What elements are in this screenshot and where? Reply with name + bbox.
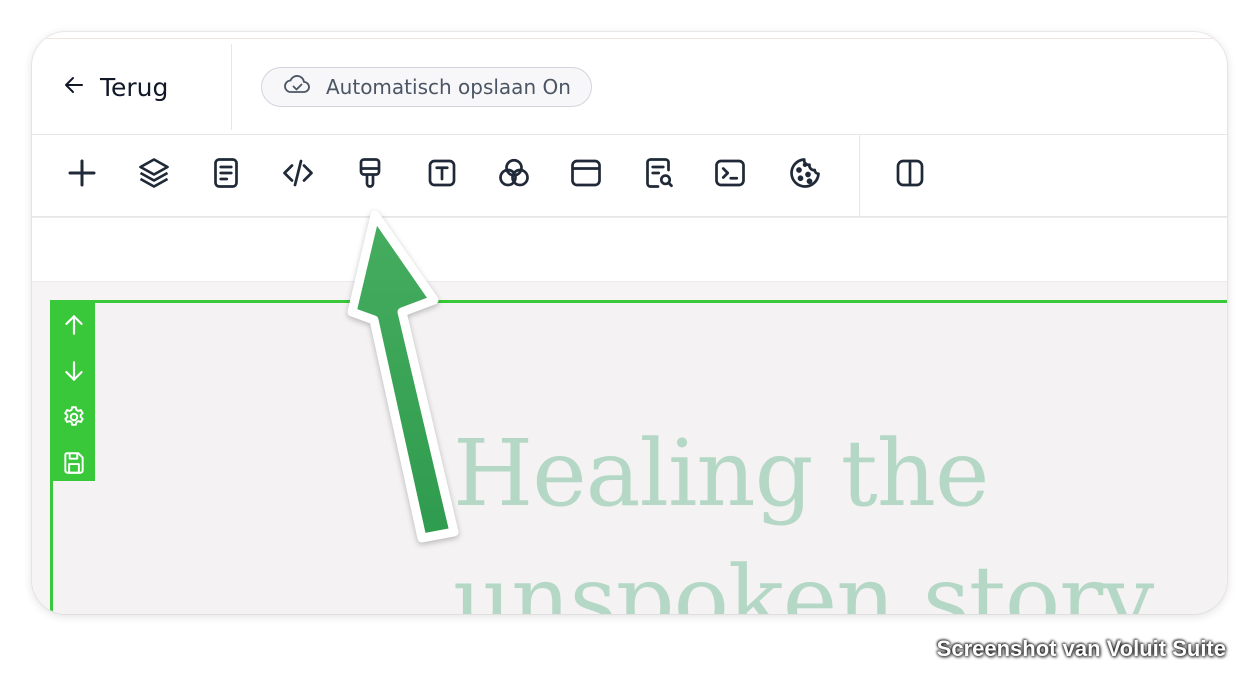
- text-icon: [424, 155, 460, 196]
- code-icon: [280, 155, 316, 196]
- pages-button[interactable]: [206, 155, 246, 195]
- terminal-icon: [712, 155, 748, 196]
- layout-button[interactable]: [566, 155, 606, 195]
- editor-header: Terug Automatisch opslaan On: [32, 40, 1227, 135]
- autosave-label: Automatisch opslaan On: [326, 75, 571, 99]
- move-down-button[interactable]: [59, 357, 89, 389]
- back-button[interactable]: Terug: [62, 40, 168, 135]
- page-canvas: Healing the unspoken story: [32, 217, 1227, 614]
- selected-section[interactable]: Healing the unspoken story: [50, 300, 1227, 614]
- styles-button[interactable]: [350, 155, 390, 195]
- cloud-check-icon: [282, 70, 312, 105]
- header-divider: [231, 44, 232, 130]
- arrow-left-icon: [62, 73, 86, 102]
- autosave-toggle[interactable]: Automatisch opslaan On: [261, 67, 592, 107]
- paint-brush-icon: [352, 155, 388, 196]
- section-toolbar: [53, 303, 95, 481]
- section-settings-button[interactable]: [59, 403, 89, 435]
- arrow-down-icon: [61, 358, 87, 389]
- layers-button[interactable]: [134, 155, 174, 195]
- toolbar-divider: [859, 135, 860, 217]
- hero-heading[interactable]: Healing the unspoken story: [453, 411, 1213, 614]
- document-icon: [208, 155, 244, 196]
- spacer-section[interactable]: [32, 218, 1227, 282]
- layers-icon: [136, 155, 172, 196]
- colors-button[interactable]: [494, 155, 534, 195]
- editor-window: Terug Automatisch opslaan On Healing the…: [32, 32, 1227, 614]
- terminal-button[interactable]: [710, 155, 750, 195]
- back-label: Terug: [100, 73, 169, 102]
- code-button[interactable]: [278, 155, 318, 195]
- split-view-button[interactable]: [890, 155, 930, 195]
- split-view-icon: [892, 155, 928, 196]
- color-circles-icon: [496, 155, 532, 196]
- text-button[interactable]: [422, 155, 462, 195]
- browser-window-icon: [568, 155, 604, 196]
- page-search-icon: [640, 155, 676, 196]
- seo-button[interactable]: [638, 155, 678, 195]
- save-section-button[interactable]: [59, 449, 89, 481]
- plus-icon: [64, 155, 100, 196]
- cookie-button[interactable]: [785, 155, 825, 195]
- gear-icon: [61, 404, 87, 435]
- top-border-line: [32, 38, 1227, 39]
- cookie-icon: [787, 155, 823, 196]
- editor-toolbar: [32, 135, 1227, 217]
- arrow-up-icon: [61, 312, 87, 343]
- watermark-text: Screenshot van Voluit Suite: [936, 636, 1226, 661]
- add-block-button[interactable]: [62, 155, 102, 195]
- hero-heading-line-1: Healing the: [453, 420, 989, 527]
- save-icon: [61, 450, 87, 481]
- hero-heading-line-2: unspoken story: [453, 546, 1154, 614]
- move-up-button[interactable]: [59, 311, 89, 343]
